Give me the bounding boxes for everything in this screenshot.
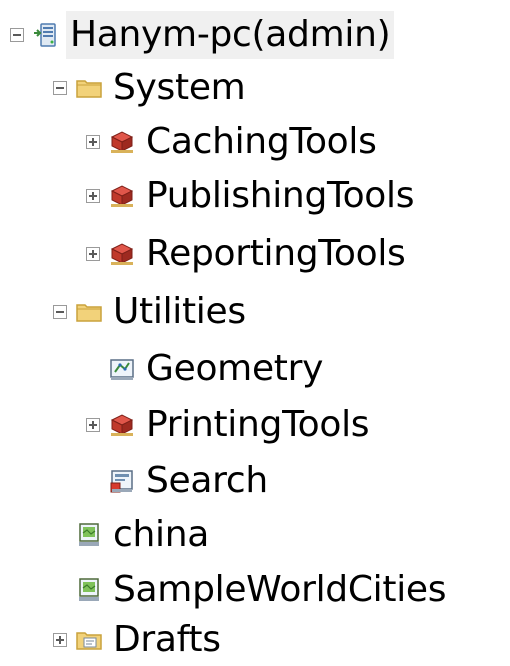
collapse-toggle[interactable] bbox=[53, 305, 67, 319]
tree-node-geometry[interactable]: Geometry bbox=[86, 343, 327, 395]
folder-icon bbox=[76, 80, 102, 98]
catalog-tree: Hanym-pc(admin) System CachingTools Publ… bbox=[0, 0, 510, 666]
no-toggle-spacer bbox=[53, 583, 67, 597]
server-connection-icon bbox=[34, 23, 56, 47]
tree-node-label: System bbox=[113, 67, 246, 108]
tree-node-publishingtools[interactable]: PublishingTools bbox=[86, 170, 418, 222]
tree-node-printingtools[interactable]: PrintingTools bbox=[86, 399, 373, 451]
tree-node-label: PrintingTools bbox=[146, 404, 370, 445]
tree-node-utilities[interactable]: Utilities bbox=[53, 286, 250, 338]
tree-node-label: china bbox=[113, 514, 209, 555]
no-toggle-spacer bbox=[86, 474, 100, 488]
no-toggle-spacer bbox=[53, 528, 67, 542]
expand-toggle[interactable] bbox=[53, 633, 67, 647]
expand-toggle[interactable] bbox=[86, 135, 100, 149]
gp-service-icon bbox=[110, 243, 134, 265]
tree-node-drafts[interactable]: Drafts bbox=[53, 614, 225, 666]
tree-node-label: Geometry bbox=[146, 348, 324, 389]
tree-node-label: CachingTools bbox=[146, 121, 377, 162]
tree-node-root[interactable]: Hanym-pc(admin) bbox=[10, 9, 395, 61]
search-service-icon bbox=[110, 470, 133, 493]
expand-toggle[interactable] bbox=[86, 418, 100, 432]
gp-service-icon bbox=[110, 185, 134, 207]
map-service-icon bbox=[79, 523, 99, 546]
collapse-toggle[interactable] bbox=[10, 28, 24, 42]
tree-node-label: Utilities bbox=[113, 291, 246, 332]
tree-node-china[interactable]: china bbox=[53, 509, 213, 561]
tree-node-reportingtools[interactable]: ReportingTools bbox=[86, 228, 410, 280]
tree-node-label: Search bbox=[146, 460, 268, 501]
no-toggle-spacer bbox=[86, 362, 100, 376]
collapse-toggle[interactable] bbox=[53, 81, 67, 95]
map-service-icon bbox=[79, 578, 99, 601]
tree-node-search[interactable]: Search bbox=[86, 455, 272, 507]
tree-node-sampleworldcities[interactable]: SampleWorldCities bbox=[53, 564, 450, 616]
tree-node-label: PublishingTools bbox=[146, 175, 415, 216]
tree-node-label: Hanym-pc(admin) bbox=[66, 11, 395, 59]
tree-node-label: Drafts bbox=[113, 619, 221, 660]
gp-service-icon bbox=[110, 131, 134, 153]
tree-node-system[interactable]: System bbox=[53, 62, 249, 114]
expand-toggle[interactable] bbox=[86, 189, 100, 203]
drafts-folder-icon bbox=[76, 632, 102, 650]
tree-node-label: SampleWorldCities bbox=[113, 569, 447, 610]
tree-node-cachingtools[interactable]: CachingTools bbox=[86, 116, 381, 168]
geometry-service-icon bbox=[110, 359, 134, 380]
folder-icon bbox=[76, 304, 102, 322]
tree-node-label: ReportingTools bbox=[146, 233, 406, 274]
expand-toggle[interactable] bbox=[86, 247, 100, 261]
gp-service-icon bbox=[110, 414, 134, 436]
